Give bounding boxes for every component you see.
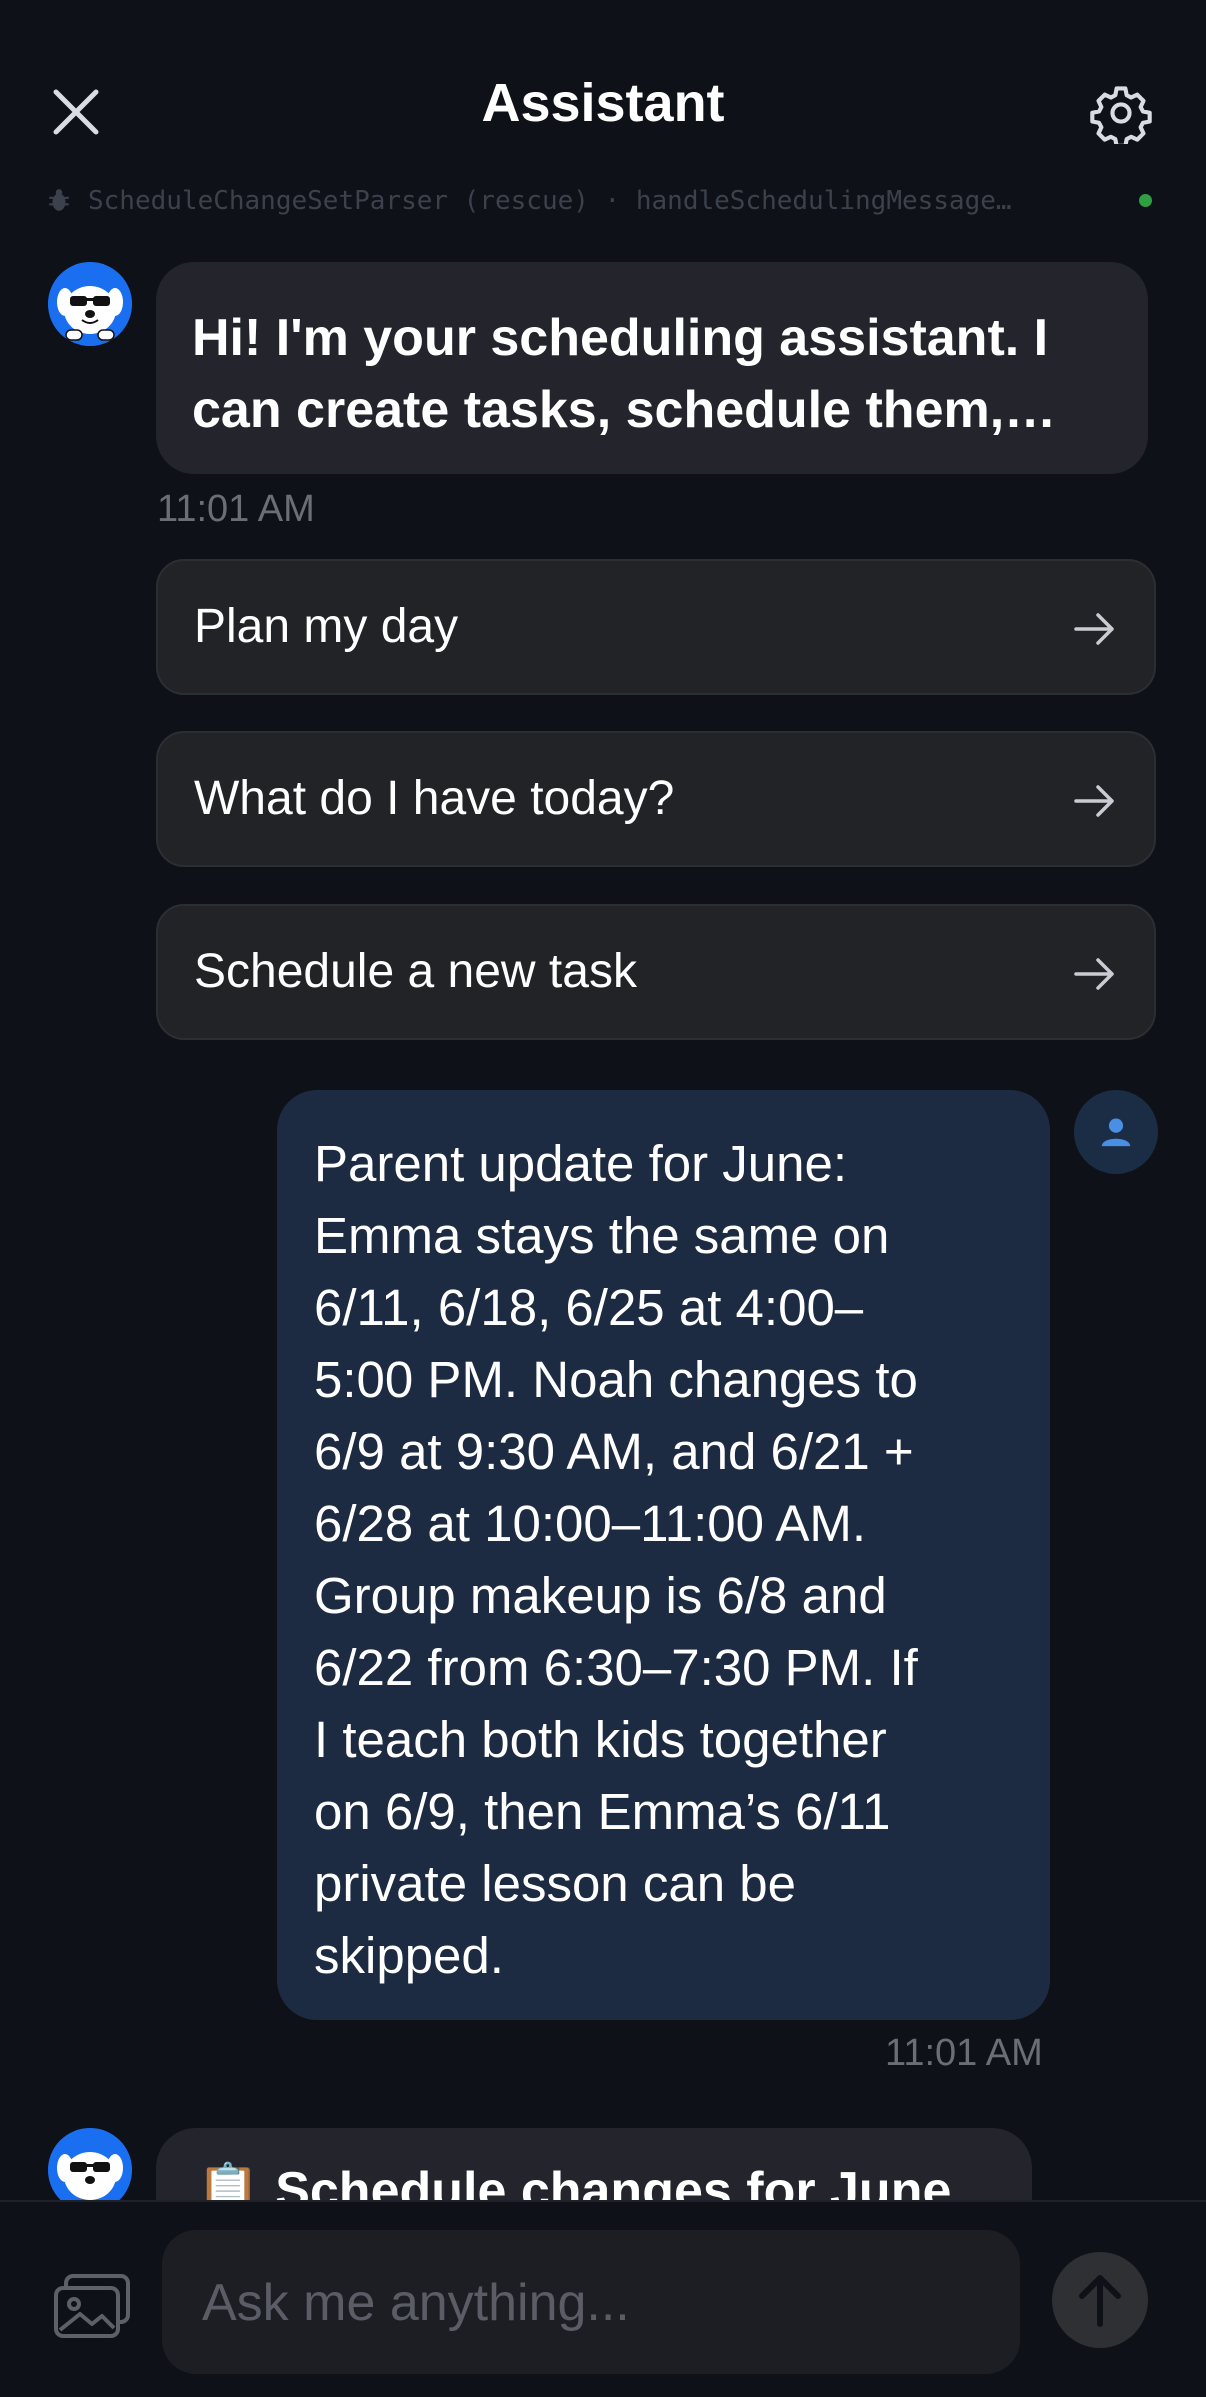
bug-icon bbox=[49, 189, 69, 211]
user-message-text: Parent update for June: Emma stays the s… bbox=[314, 1135, 918, 1984]
dog-avatar-icon bbox=[48, 262, 132, 346]
page-title: Assistant bbox=[481, 73, 725, 133]
debug-text: ScheduleChangeSetParser (rescue) · handl… bbox=[88, 186, 1012, 216]
user-message-bubble: Parent update for June: Emma stays the s… bbox=[277, 1090, 1050, 2020]
send-button[interactable] bbox=[1052, 2252, 1148, 2348]
photos-icon bbox=[54, 2274, 130, 2338]
message-timestamp: 11:01 AM bbox=[157, 488, 315, 530]
debug-status-line: ScheduleChangeSetParser (rescue) · handl… bbox=[46, 186, 1156, 216]
header: Assistant ScheduleChangeSetParser (rescu… bbox=[0, 0, 1206, 220]
suggestion-plan-my-day[interactable]: Plan my day bbox=[156, 559, 1156, 695]
composer-bar bbox=[0, 2200, 1206, 2397]
user-avatar bbox=[1074, 1090, 1158, 1174]
person-icon bbox=[1101, 1118, 1131, 1147]
arrow-up-icon bbox=[1079, 2275, 1121, 2327]
arrow-right-icon bbox=[1074, 958, 1114, 990]
arrow-right-icon bbox=[1074, 613, 1114, 645]
suggestion-what-today[interactable]: What do I have today? bbox=[156, 731, 1156, 867]
message-timestamp: 11:01 AM bbox=[885, 2032, 1043, 2074]
suggestion-schedule-task[interactable]: Schedule a new task bbox=[156, 904, 1156, 1040]
assistant-message-text: Hi! I'm your scheduling assistant. I can… bbox=[192, 309, 1057, 439]
message-input[interactable] bbox=[200, 2230, 984, 2376]
status-dot bbox=[1139, 194, 1152, 207]
assistant-message-bubble: Hi! I'm your scheduling assistant. I can… bbox=[156, 262, 1148, 474]
arrow-right-icon bbox=[1074, 785, 1114, 817]
settings-button[interactable] bbox=[1086, 78, 1156, 148]
assistant-avatar bbox=[48, 262, 132, 346]
suggestion-label: Schedule a new task bbox=[194, 945, 637, 998]
photo-button[interactable] bbox=[52, 2272, 132, 2342]
suggestion-label: Plan my day bbox=[194, 600, 459, 653]
message-input-container bbox=[162, 2230, 1020, 2376]
gear-icon bbox=[1090, 86, 1152, 144]
suggestion-label: What do I have today? bbox=[194, 772, 675, 825]
